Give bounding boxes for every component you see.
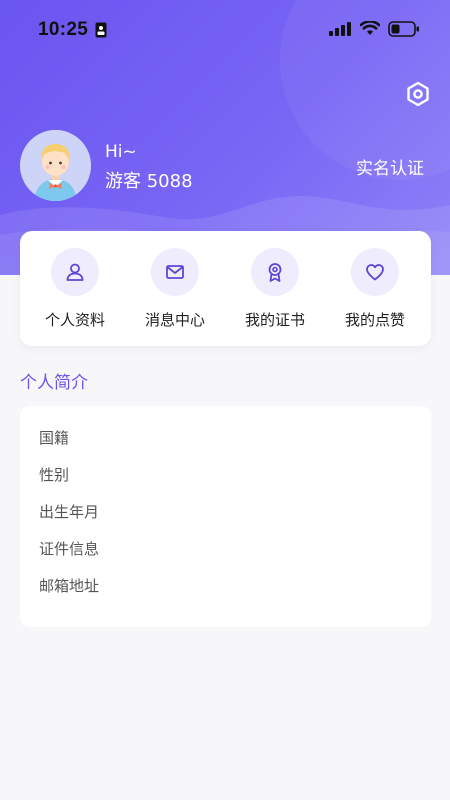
avatar[interactable] (20, 130, 91, 201)
profile-row-id-info[interactable]: 证件信息 (39, 538, 99, 559)
quick-action-messages[interactable]: 消息中心 (125, 231, 225, 346)
signal-icon (329, 22, 351, 36)
quick-action-label: 个人资料 (44, 311, 105, 329)
quick-actions-card: 个人资料 消息中心 我的证书 我的点赞 (20, 231, 431, 346)
wifi-icon (360, 21, 380, 35)
quick-action-icon-bg (351, 248, 399, 296)
quick-action-profile[interactable]: 个人资料 (25, 231, 125, 346)
avatar-image (20, 130, 91, 201)
settings-icon (407, 81, 429, 107)
quick-action-icon-bg (51, 248, 99, 296)
heart-icon (366, 264, 384, 281)
profile-row-gender[interactable]: 性别 (39, 464, 69, 485)
profile-row-email[interactable]: 邮箱地址 (39, 575, 99, 596)
status-time: 10:25 (38, 19, 89, 40)
quick-action-label: 我的证书 (244, 311, 305, 329)
real-name-verification-link[interactable]: 实名认证 (356, 154, 424, 179)
quick-action-label: 消息中心 (144, 311, 205, 329)
user-icon (66, 263, 84, 281)
battery-icon (388, 21, 419, 37)
certificate-icon (268, 263, 282, 282)
profile-row-nationality[interactable]: 国籍 (39, 427, 69, 448)
quick-action-label: 我的点赞 (344, 311, 405, 329)
greeting-text: Hi~ (105, 142, 137, 162)
quick-action-icon-bg (251, 248, 299, 296)
quick-action-certificates[interactable]: 我的证书 (225, 231, 325, 346)
profile-info-card: 国籍 性别 出生年月 证件信息 邮箱地址 (20, 406, 431, 627)
quick-action-likes[interactable]: 我的点赞 (325, 231, 425, 346)
sim-card-icon (95, 22, 107, 38)
quick-action-icon-bg (151, 248, 199, 296)
profile-row-birth-date[interactable]: 出生年月 (39, 501, 99, 522)
username: 游客 5088 (105, 171, 193, 192)
settings-button[interactable] (404, 80, 432, 108)
status-bar: 10:25 (0, 0, 450, 60)
mail-icon (166, 265, 184, 279)
profile-section-title: 个人简介 (20, 373, 88, 393)
